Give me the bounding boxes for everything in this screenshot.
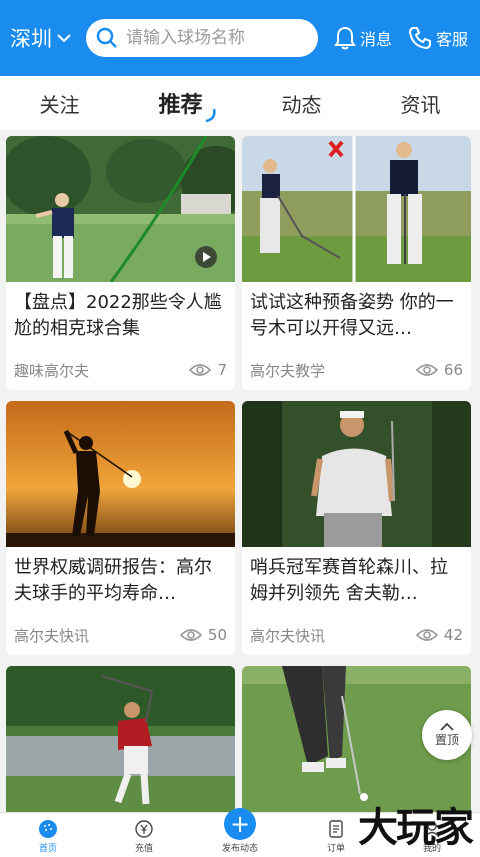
feed-card[interactable]: 哨兵冠军赛首轮森川、拉姆并列领先 舍夫勒… 高尔夫快讯 42 — [242, 401, 471, 655]
tab-news[interactable]: 资讯 — [394, 85, 446, 122]
tab-label: 资讯 — [400, 92, 441, 117]
golfer-portrait-image — [242, 401, 471, 547]
card-title: 试试这种预备姿势 你的一号木可以开得又远… — [250, 292, 454, 339]
video-thumbnail — [6, 136, 235, 282]
back-to-top-label: 置顶 — [434, 733, 459, 747]
back-to-top-button[interactable]: 置顶 — [422, 710, 472, 760]
tab-follow[interactable]: 关注 — [33, 85, 85, 122]
feed-card[interactable] — [6, 666, 235, 816]
play-icon[interactable] — [195, 246, 217, 268]
tab-label: 动态 — [281, 92, 322, 117]
service-label: 客服 — [436, 30, 469, 49]
nav-recharge[interactable]: 充值 — [114, 819, 174, 854]
card-title: 哨兵冠军赛首轮森川、拉姆并列领先 舍夫勒… — [250, 557, 448, 604]
watermark-logo: 大玩家 — [358, 804, 474, 851]
card-source: 高尔夫快讯 — [250, 626, 326, 645]
view-count-value: 50 — [207, 626, 227, 644]
card-source: 高尔夫教学 — [250, 361, 326, 380]
tab-label: 关注 — [39, 92, 80, 117]
view-count-value: 66 — [443, 361, 463, 379]
article-thumbnail — [6, 666, 235, 816]
article-thumbnail — [242, 136, 471, 282]
city-selector[interactable]: 深圳 — [10, 18, 72, 58]
search-input[interactable] — [126, 28, 306, 48]
tab-feed[interactable]: 动态 — [275, 85, 327, 122]
search-icon — [96, 27, 117, 48]
view-count: 50 — [179, 626, 227, 644]
chevron-up-icon — [440, 722, 454, 731]
tab-recommend[interactable]: 推荐 — [152, 83, 217, 123]
tab-label: 推荐 — [158, 93, 203, 118]
yen-coin-icon — [135, 820, 153, 838]
view-count: 7 — [189, 361, 227, 379]
eye-icon — [415, 364, 438, 376]
article-thumbnail — [242, 401, 471, 547]
top-bar: 深圳 消息 客服 — [0, 0, 480, 76]
bell-icon — [334, 26, 356, 50]
view-count-value: 42 — [443, 626, 463, 644]
nav-label: 首页 — [38, 844, 57, 854]
nav-label: 充值 — [134, 844, 153, 854]
feed-card[interactable]: 世界权威调研报告：高尔夫球手的平均寿命… 高尔夫快讯 50 — [6, 401, 235, 655]
feed-card[interactable]: 试试这种预备姿势 你的一号木可以开得又远… 高尔夫教学 66 — [242, 136, 471, 390]
eye-icon — [415, 629, 438, 641]
nav-label: 订单 — [326, 844, 345, 854]
nav-publish[interactable]: + 发布动态 — [210, 808, 270, 854]
sunset-golfer-image — [6, 401, 235, 547]
feed-card[interactable]: 【盘点】2022那些令人尴尬的相克球合集 趣味高尔夫 7 — [6, 136, 235, 390]
eye-icon — [179, 629, 202, 641]
card-title: 世界权威调研报告：高尔夫球手的平均寿命… — [14, 557, 212, 604]
nav-orders[interactable]: 订单 — [306, 819, 366, 854]
plus-icon: + — [224, 808, 256, 840]
golf-stance-image — [242, 136, 471, 282]
phone-icon — [409, 27, 432, 50]
eye-icon — [189, 364, 212, 376]
service-button[interactable]: 客服 — [408, 26, 468, 50]
chevron-down-icon — [57, 34, 71, 43]
order-list-icon — [329, 820, 343, 838]
view-count-value: 7 — [217, 361, 227, 379]
nav-label: 发布动态 — [221, 844, 258, 854]
view-count: 42 — [415, 626, 463, 644]
article-thumbnail — [6, 401, 235, 547]
loading-arc-icon — [206, 108, 217, 123]
view-count: 66 — [415, 361, 463, 379]
messages-label: 消息 — [360, 30, 393, 49]
messages-button[interactable]: 消息 — [334, 26, 392, 50]
card-source: 高尔夫快讯 — [14, 626, 90, 645]
search-bar[interactable] — [86, 19, 318, 57]
nav-home[interactable]: 首页 — [18, 819, 78, 854]
card-title: 【盘点】2022那些令人尴尬的相克球合集 — [14, 292, 222, 339]
category-tabs: 关注 推荐 动态 资讯 — [0, 76, 480, 130]
golf-ball-icon — [39, 820, 57, 838]
red-shirt-golfer-image — [6, 666, 235, 816]
card-source: 趣味高尔夫 — [14, 361, 90, 380]
city-label: 深圳 — [10, 27, 52, 51]
